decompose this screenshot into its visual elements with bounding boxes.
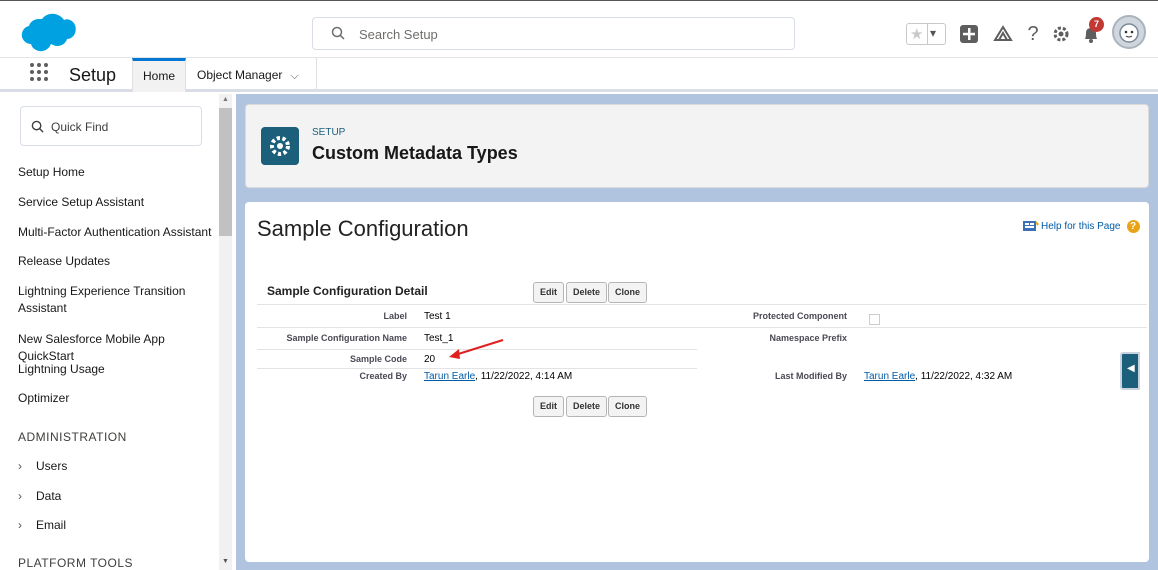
page-header-subtitle: SETUP (312, 127, 346, 138)
field-label-value: Test 1 (424, 311, 451, 322)
namespace-prefix-label: Namespace Prefix (769, 333, 847, 343)
caret-left-icon: ◀ (1127, 363, 1135, 374)
help-for-page-link[interactable]: Help for this Page? (1023, 220, 1140, 233)
sidebar-section-platform-tools: PLATFORM TOOLS (18, 556, 134, 570)
sample-code-value: 20 (424, 354, 436, 365)
divider (257, 368, 697, 369)
question-icon: ? (1126, 220, 1140, 233)
salesforce-logo-icon[interactable] (18, 13, 76, 53)
setup-sidebar: Quick Find Setup Home Service Setup Assi… (8, 94, 232, 570)
created-by-label: Created By (359, 371, 407, 381)
sidebar-item-data[interactable]: › Data (18, 489, 61, 503)
help-icon[interactable]: ? (1022, 23, 1044, 45)
search-icon (331, 26, 345, 40)
tab-object-manager[interactable]: Object Manager ⌵ (197, 68, 299, 83)
last-modified-by-label: Last Modified By (774, 371, 847, 381)
global-search[interactable]: Search Setup (312, 17, 795, 50)
protected-component-checkbox (869, 314, 880, 325)
chevron-right-icon: › (18, 459, 22, 473)
sidebar-item-mfa-assistant[interactable]: Multi-Factor Authentication Assistant (18, 224, 223, 241)
global-header: Search Setup ★ ▾ ? 7 (0, 0, 1158, 58)
search-placeholder: Search Setup (359, 27, 438, 42)
chevron-down-icon[interactable]: ⌵ (290, 70, 298, 83)
context-nav: Setup Home Object Manager ⌵ (0, 58, 1158, 92)
page-header: SETUP Custom Metadata Types (245, 104, 1149, 188)
created-by-value: Tarun Earle, 11/22/2022, 4:14 AM (424, 371, 572, 382)
clone-button-bottom[interactable]: Clone (608, 396, 648, 417)
caret-down-icon[interactable]: ▾ (930, 26, 936, 40)
chevron-right-icon: › (18, 489, 22, 503)
sidebar-item-service-setup-assistant[interactable]: Service Setup Assistant (18, 194, 223, 211)
notification-badge: 7 (1089, 17, 1104, 32)
sidebar-item-setup-home[interactable]: Setup Home (18, 164, 223, 181)
modified-date: , 11/22/2022, 4:32 AM (915, 371, 1013, 382)
sidebar-item-users[interactable]: › Users (18, 459, 67, 473)
tab-object-manager-label: Object Manager (197, 68, 283, 82)
sample-configuration-name-label: Sample Configuration Name (286, 333, 407, 343)
detail-card: Sample Configuration Help for this Page?… (245, 202, 1149, 562)
record-title: Sample Configuration (257, 216, 469, 241)
created-by-user-link[interactable]: Tarun Earle (424, 371, 475, 382)
tab-home[interactable]: Home (132, 58, 186, 92)
star-icon: ★ (910, 26, 924, 43)
edit-button-bottom[interactable]: Edit (533, 396, 564, 417)
search-icon (31, 120, 44, 133)
collapse-panel-tab[interactable]: ◀ (1120, 352, 1140, 390)
sample-code-label: Sample Code (349, 354, 407, 364)
gear-icon[interactable] (1050, 23, 1072, 45)
protected-component-label: Protected Component (752, 311, 847, 321)
delete-button[interactable]: Delete (566, 282, 608, 303)
divider (257, 327, 1147, 328)
sidebar-item-release-updates[interactable]: Release Updates (18, 253, 223, 270)
favorites-button[interactable]: ★ ▾ (906, 23, 946, 45)
sidebar-section-administration: ADMINISTRATION (18, 430, 127, 444)
edit-button[interactable]: Edit (533, 282, 564, 303)
gear-icon (261, 127, 299, 165)
delete-button-bottom[interactable]: Delete (566, 396, 608, 417)
created-date: , 11/22/2022, 4:14 AM (475, 371, 573, 382)
sidebar-item-mobile-quickstart[interactable]: New Salesforce Mobile App QuickStart (18, 331, 223, 365)
divider (257, 304, 1147, 305)
modified-by-user-link[interactable]: Tarun Earle (864, 371, 915, 382)
divider (316, 58, 317, 90)
sidebar-item-lightning-usage[interactable]: Lightning Usage (18, 361, 223, 378)
scroll-up-icon[interactable]: ▲ (222, 96, 229, 103)
sidebar-scrollbar[interactable]: ▲ ▼ (219, 94, 232, 570)
red-arrow-annotation (449, 339, 504, 359)
trailhead-icon[interactable] (992, 23, 1014, 45)
detail-section-title: Sample Configuration Detail (267, 284, 428, 298)
sidebar-item-lightning-transition[interactable]: Lightning Experience Transition Assistan… (18, 283, 198, 317)
help-link-label: Help for this Page (1041, 221, 1121, 232)
avatar[interactable] (1112, 15, 1146, 49)
page-title: Custom Metadata Types (312, 143, 518, 163)
app-launcher-icon[interactable] (29, 62, 49, 82)
field-label-label: Label (383, 311, 407, 321)
global-actions-plus-icon[interactable] (958, 23, 980, 45)
last-modified-by-value: Tarun Earle, 11/22/2022, 4:32 AM (864, 371, 1012, 382)
clone-button[interactable]: Clone (608, 282, 648, 303)
sidebar-item-label: Data (36, 489, 62, 503)
help-page-icon (1023, 220, 1039, 232)
sidebar-item-label: Users (36, 459, 68, 473)
main-content: SETUP Custom Metadata Types Sample Confi… (236, 94, 1158, 570)
sidebar-item-optimizer[interactable]: Optimizer (18, 390, 223, 407)
sidebar-item-label: Email (36, 518, 67, 532)
app-title: Setup (69, 65, 117, 85)
chevron-right-icon: › (18, 518, 22, 532)
quick-find-input[interactable]: Quick Find (20, 106, 202, 146)
sidebar-item-email[interactable]: › Email (18, 518, 66, 532)
scrollbar-thumb[interactable] (219, 108, 232, 236)
user-avatar-icon (1119, 23, 1139, 43)
quick-find-placeholder: Quick Find (51, 120, 109, 134)
divider (927, 24, 928, 44)
scroll-down-icon[interactable]: ▼ (222, 558, 229, 565)
